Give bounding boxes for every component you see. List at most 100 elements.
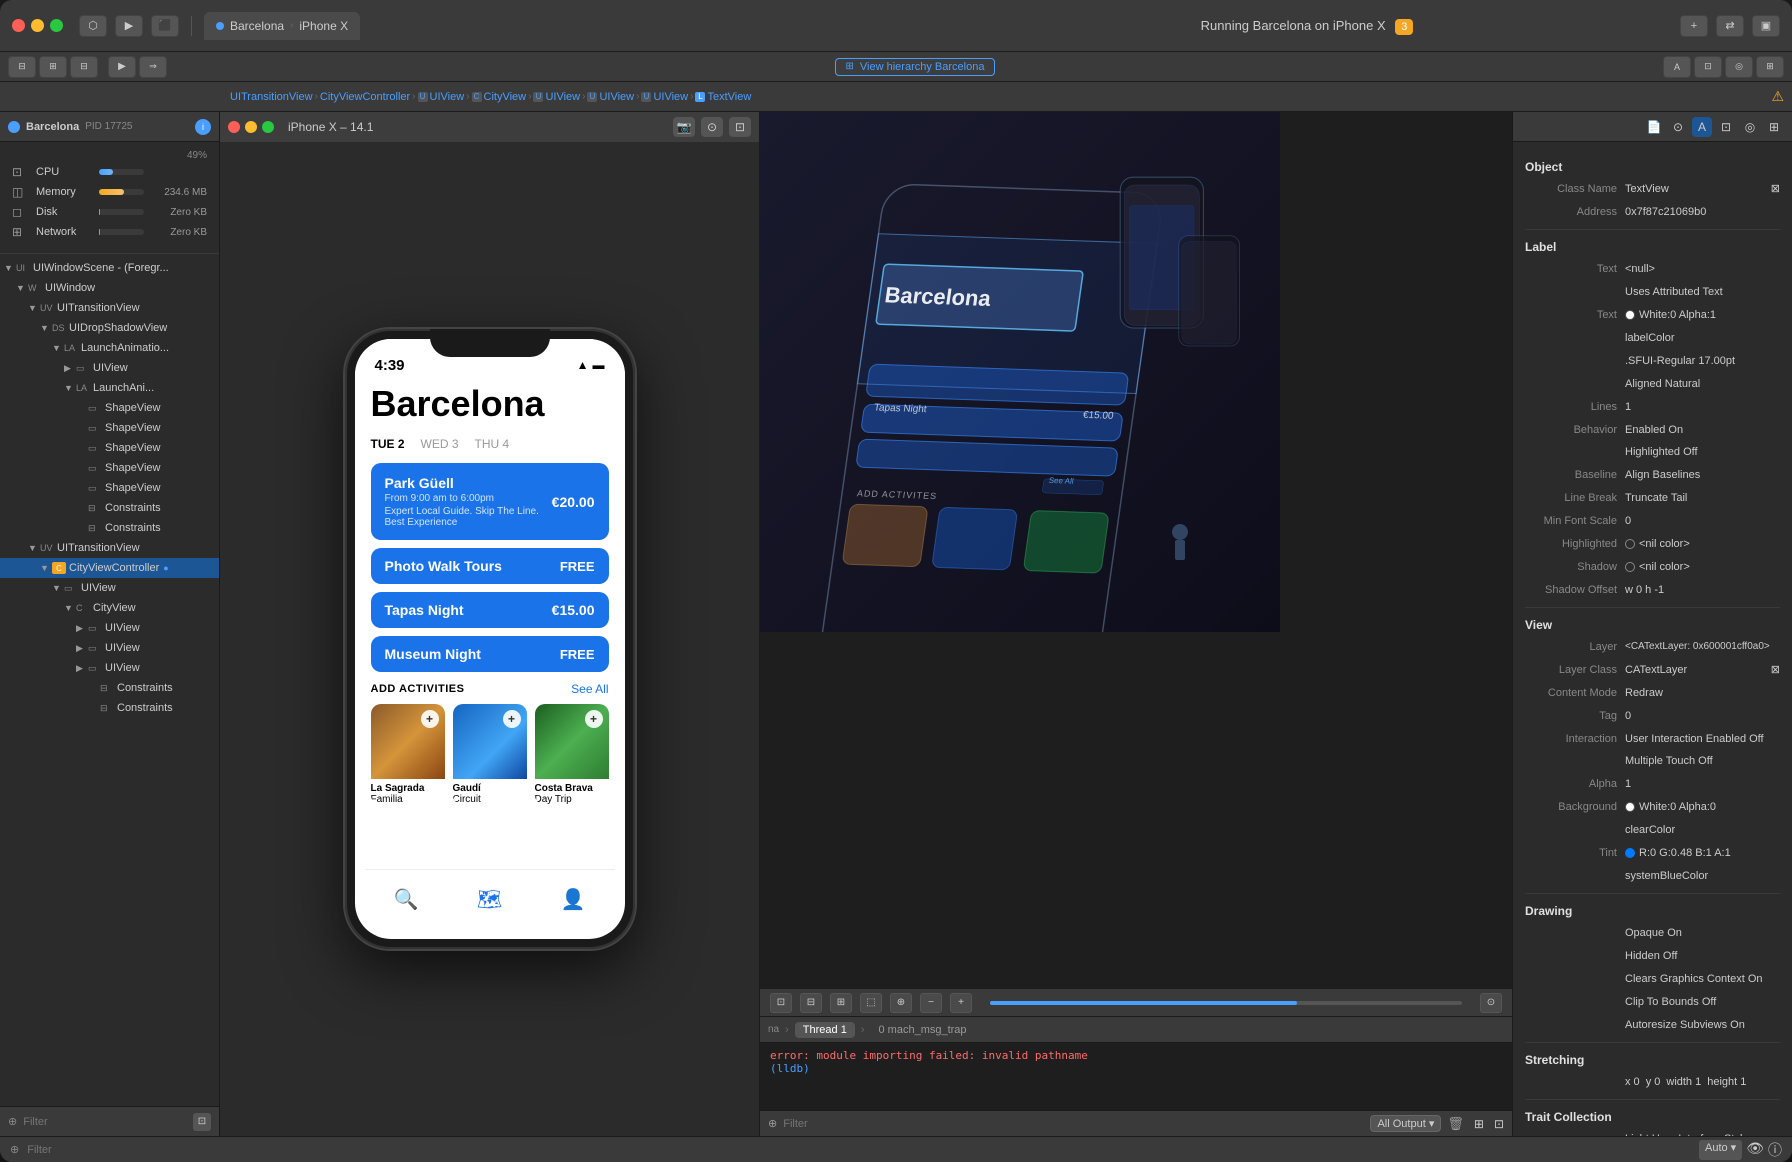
console-tab-mach[interactable]: 0 mach_msg_trap bbox=[871, 1022, 975, 1038]
hierarchy-btn-4[interactable]: ⬚ bbox=[860, 993, 882, 1013]
bc-uitransitionview[interactable]: UITransitionView bbox=[230, 91, 313, 103]
hierarchy-btn-1[interactable]: ⊡ bbox=[770, 993, 792, 1013]
hierarchy-btn-3[interactable]: ⊞ bbox=[830, 993, 852, 1013]
screenshot-btn[interactable]: 📷 bbox=[673, 117, 695, 137]
inspector-warning-btn[interactable]: ⊙ bbox=[1668, 117, 1688, 137]
map-tab-icon[interactable]: 🗺 bbox=[477, 887, 502, 912]
tree-item-uiview1[interactable]: ▶ ▭ UIView bbox=[0, 358, 219, 378]
tree-item-uiview2[interactable]: ▼ ▭ UIView bbox=[0, 578, 219, 598]
inspector-size-btn2[interactable]: ⊡ bbox=[1716, 117, 1736, 137]
zoom-in-btn[interactable]: + bbox=[950, 993, 972, 1013]
inspector-file-btn[interactable]: 📄 bbox=[1644, 117, 1664, 137]
day-tab-thu[interactable]: THU 4 bbox=[475, 437, 510, 451]
add-icon-sagrada[interactable]: + bbox=[421, 710, 439, 728]
bc-textview[interactable]: LTextView bbox=[695, 91, 751, 103]
filter-submit[interactable]: ⊡ bbox=[193, 1113, 211, 1131]
tree-item-transition2[interactable]: ▼ UV UITransitionView bbox=[0, 538, 219, 558]
arrange-button[interactable]: ⇄ bbox=[1716, 15, 1744, 37]
activity-park-guell[interactable]: Park Güell From 9:00 am to 6:00pm Expert… bbox=[371, 463, 609, 540]
bc-cityview[interactable]: CCityView bbox=[472, 91, 527, 103]
bc-uiview-2[interactable]: UUIView bbox=[533, 91, 580, 103]
tree-item-cityvc[interactable]: ▼ C CityViewController ● bbox=[0, 558, 219, 578]
tree-item-shape2[interactable]: ▭ ShapeView bbox=[0, 418, 219, 438]
tree-item-uiview4[interactable]: ▶ ▭ UIView bbox=[0, 638, 219, 658]
tree-item-constraints4[interactable]: ⊟ Constraints bbox=[0, 698, 219, 718]
layout-button[interactable]: ▣ bbox=[1752, 15, 1780, 37]
stop-button[interactable]: ⬛ bbox=[151, 15, 179, 37]
zoom-out-btn[interactable]: − bbox=[920, 993, 942, 1013]
tree-item-transition1[interactable]: ▼ UV UITransitionView bbox=[0, 298, 219, 318]
step-over-btn[interactable]: ⇒ bbox=[139, 56, 167, 78]
info-btn[interactable]: ⓘ bbox=[1768, 1140, 1782, 1160]
sidebar-toggle[interactable]: ⬡ bbox=[79, 15, 107, 37]
inspector-btn[interactable]: ⊟ bbox=[70, 56, 98, 78]
lock-btn[interactable]: ⊡ bbox=[729, 117, 751, 137]
view-hierarchy-btn[interactable]: ⊞ View hierarchy Barcelona bbox=[835, 58, 996, 76]
minimize-button[interactable] bbox=[31, 19, 44, 32]
close-button[interactable] bbox=[12, 19, 25, 32]
reset-zoom-btn[interactable]: ⊙ bbox=[1480, 993, 1502, 1013]
add-icon-costa[interactable]: + bbox=[585, 710, 603, 728]
object-close-btn[interactable]: ⊠ bbox=[1771, 180, 1780, 198]
auto-btn[interactable]: Auto ▾ bbox=[1699, 1140, 1742, 1160]
hierarchy-btn-2[interactable]: ⊟ bbox=[800, 993, 822, 1013]
bc-uiview-4[interactable]: UUIView bbox=[641, 91, 688, 103]
hierarchy-btn-5[interactable]: ⊕ bbox=[890, 993, 912, 1013]
split-view-btn[interactable]: ⊞ bbox=[1474, 1117, 1484, 1131]
inspector-size-btn[interactable]: ⊡ bbox=[1694, 56, 1722, 78]
add-icon-gaudi[interactable]: + bbox=[503, 710, 521, 728]
tree-item-shape4[interactable]: ▭ ShapeView bbox=[0, 458, 219, 478]
tree-item-constraints2[interactable]: ⊟ Constraints bbox=[0, 518, 219, 538]
tree-item-dropshadow[interactable]: ▼ DS UIDropShadowView bbox=[0, 318, 219, 338]
output-selector[interactable]: All Output ▾ bbox=[1370, 1115, 1441, 1132]
tree-item-uiview5[interactable]: ▶ ▭ UIView bbox=[0, 658, 219, 678]
zoom-slider[interactable] bbox=[990, 1001, 1462, 1005]
photo-costa[interactable]: + Costa Brava Day Trip bbox=[535, 704, 609, 805]
inspector-log-btn[interactable]: ⊞ bbox=[1756, 56, 1784, 78]
tree-item-uiview3[interactable]: ▶ ▭ UIView bbox=[0, 618, 219, 638]
tree-item-cityview[interactable]: ▼ C CityView bbox=[0, 598, 219, 618]
tree-item-windowscene[interactable]: ▼ UI UIWindowScene - (Foregr... bbox=[0, 258, 219, 278]
tree-item-constraints1[interactable]: ⊟ Constraints bbox=[0, 498, 219, 518]
tree-item-launchanim2[interactable]: ▼ LA LaunchAni... bbox=[0, 378, 219, 398]
see-all-link[interactable]: See All bbox=[571, 682, 608, 696]
filter-input[interactable] bbox=[23, 1116, 187, 1128]
photo-gaudi[interactable]: + Gaudí Circuit bbox=[453, 704, 527, 805]
photo-sagrada[interactable]: + La Sagrada Familia bbox=[371, 704, 445, 805]
add-tab-button[interactable]: + bbox=[1680, 15, 1708, 37]
tree-item-constraints3[interactable]: ⊟ Constraints bbox=[0, 678, 219, 698]
console-tab-thread[interactable]: Thread 1 bbox=[795, 1022, 855, 1038]
tree-item-launchanim1[interactable]: ▼ LA LaunchAnimatio... bbox=[0, 338, 219, 358]
tree-item-uiwindow[interactable]: ▼ W UIWindow bbox=[0, 278, 219, 298]
activity-tapas-night[interactable]: Tapas Night €15.00 bbox=[371, 592, 609, 628]
search-tab-icon[interactable]: 🔍 bbox=[394, 887, 419, 912]
tree-item-shape5[interactable]: ▭ ShapeView bbox=[0, 478, 219, 498]
sim-close[interactable] bbox=[228, 121, 240, 133]
clear-console-btn[interactable]: 🗑 bbox=[1447, 1116, 1464, 1132]
run-btn[interactable]: ▶ bbox=[108, 56, 136, 78]
home-btn[interactable]: ⊙ bbox=[701, 117, 723, 137]
tree-item-shape3[interactable]: ▭ ShapeView bbox=[0, 438, 219, 458]
eye-btn[interactable]: 👁 bbox=[1746, 1140, 1764, 1160]
maximize-button[interactable] bbox=[50, 19, 63, 32]
activity-museum-night[interactable]: Museum Night FREE bbox=[371, 636, 609, 672]
status-filter-input[interactable] bbox=[27, 1144, 1687, 1156]
day-tab-wed[interactable]: WED 3 bbox=[421, 437, 459, 451]
tab-barcelona[interactable]: Barcelona › iPhone X bbox=[204, 12, 360, 40]
tree-item-shape1[interactable]: ▭ ShapeView bbox=[0, 398, 219, 418]
activity-photo-walk[interactable]: Photo Walk Tours FREE bbox=[371, 548, 609, 584]
inspector-attr-btn[interactable]: A bbox=[1663, 56, 1691, 78]
bc-cityviewcontroller[interactable]: CityViewController bbox=[320, 91, 410, 103]
profile-tab-icon[interactable]: 👤 bbox=[560, 887, 585, 912]
day-tab-tue[interactable]: TUE 2 bbox=[371, 437, 405, 451]
console-filter-input[interactable] bbox=[783, 1118, 1364, 1130]
inspector-connect-btn[interactable]: ◎ bbox=[1725, 56, 1753, 78]
inspector-log-btn2[interactable]: ⊞ bbox=[1764, 117, 1784, 137]
inspector-connect-btn2[interactable]: ◎ bbox=[1740, 117, 1760, 137]
inspector-attr-btn2[interactable]: A bbox=[1692, 117, 1712, 137]
bc-uiview-3[interactable]: UUIView bbox=[587, 91, 634, 103]
navigator-btn[interactable]: ⊟ bbox=[8, 56, 36, 78]
sim-minimize[interactable] bbox=[245, 121, 257, 133]
layer-class-btn[interactable]: ⊠ bbox=[1771, 661, 1780, 679]
debug-btn[interactable]: ⊞ bbox=[39, 56, 67, 78]
